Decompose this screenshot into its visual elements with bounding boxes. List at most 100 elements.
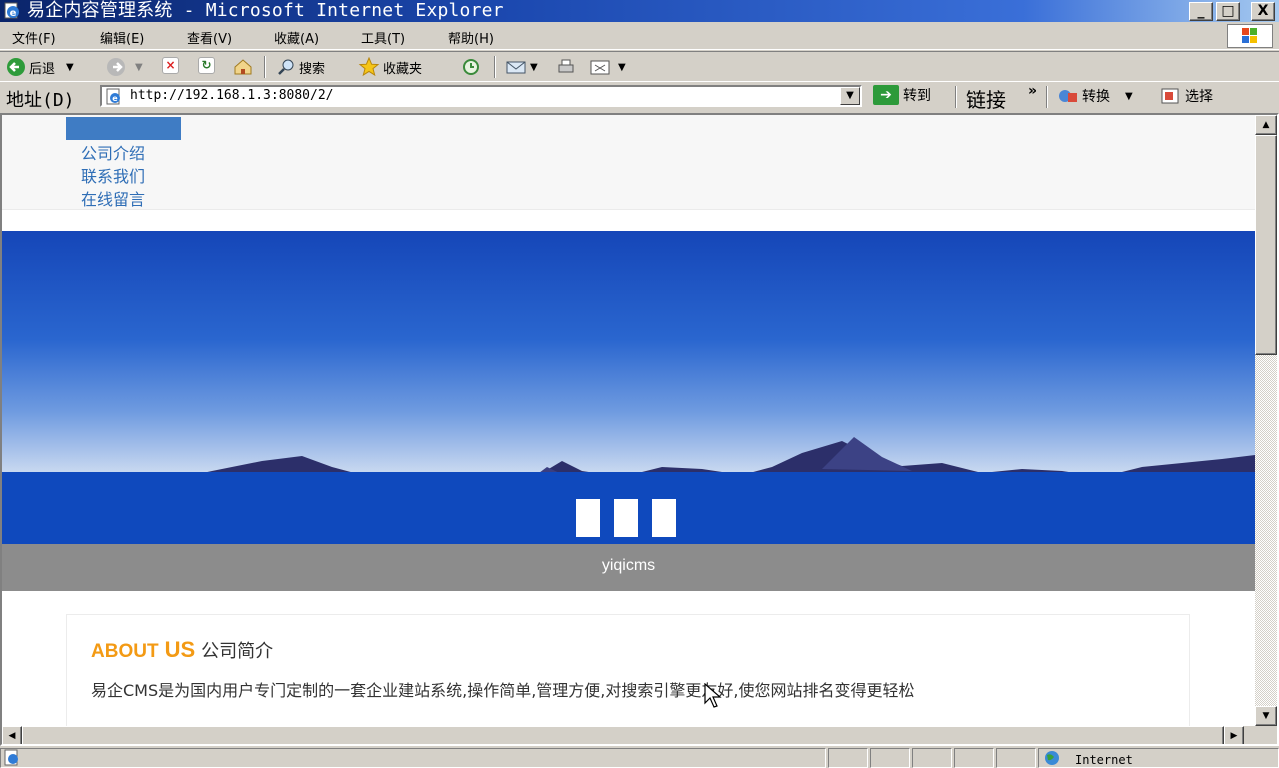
refresh-button[interactable]: ↻ [198,57,215,74]
print-button[interactable] [555,57,577,77]
go-button[interactable]: ➔ 转到 [873,85,931,105]
home-button[interactable] [233,57,253,77]
address-label: 地址(D) [6,90,75,111]
stop-button[interactable]: × [162,57,179,74]
back-button[interactable]: 后退 ▼ [6,57,74,77]
stop-icon: × [162,57,179,74]
search-icon [278,59,294,75]
status-pane [954,748,994,768]
go-label: 转到 [903,88,931,104]
about-text: 易企CMS是为国内用户专门定制的一套企业建站系统,操作简单,管理方便,对搜索引擎… [91,681,915,700]
favorites-label: 收藏夹 [383,61,423,77]
banner-caption: yiqicms [601,557,656,574]
standard-toolbar: 后退 ▼ ▼ × ↻ 搜索 收藏夹 ▼ ▼ [0,51,1279,81]
history-icon [463,59,479,75]
nav-link-company[interactable]: 公司介绍 [81,140,145,164]
about-title-cn: 公司简介 [201,641,274,662]
menu-edit[interactable]: 编辑(E) [100,28,144,47]
toolbar-separator [494,56,496,78]
toolbar-separator [1046,86,1048,108]
nav-link-message[interactable]: 在线留言 [81,186,145,210]
search-button[interactable]: 搜索 [276,57,325,77]
search-label: 搜索 [299,61,326,77]
forward-arrow-icon [107,58,125,76]
status-bar: Internet [0,746,1279,768]
globe-icon [1045,751,1059,765]
convert-icon [1059,90,1077,102]
close-button[interactable]: X [1251,2,1275,21]
ie-window: e 易企内容管理系统 - Microsoft Internet Explorer… [0,0,1279,768]
slideshow-indicators [576,499,676,537]
scroll-right-icon[interactable]: ▶ [1224,726,1244,744]
security-zone-label: Internet [1075,753,1133,767]
select-label: 选择 [1185,89,1213,105]
nav-link-contact[interactable]: 联系我们 [81,163,145,187]
ie-page-icon: e [4,2,19,19]
menu-help[interactable]: 帮助(H) [448,28,494,47]
menu-file[interactable]: 文件(F) [12,28,56,47]
menu-view[interactable]: 查看(V) [187,28,232,47]
status-pane [828,748,868,768]
window-title: 易企内容管理系统 - Microsoft Internet Explorer [27,0,504,21]
vertical-scrollbar[interactable]: ▲ ▼ [1255,115,1277,726]
favorites-button[interactable]: 收藏夹 [358,57,422,77]
status-pane [912,748,952,768]
back-arrow-icon [7,58,25,76]
refresh-icon: ↻ [198,57,215,74]
favorites-star-icon [358,57,380,77]
banner-image [2,231,1255,544]
scroll-left-icon[interactable]: ◀ [2,726,22,744]
web-page: 公司介绍 联系我们 在线留言 yiqicms ABOUT US 公司简介 易企C… [2,115,1255,726]
site-nav: 公司介绍 联系我们 在线留言 [2,115,1255,210]
scrollbar-corner [1255,726,1277,744]
page-icon: e [106,88,120,105]
convert-label: 转换 [1082,89,1110,105]
edit-dropdown-icon[interactable]: ▼ [618,62,626,73]
toolbar-separator [264,56,266,78]
mail-dropdown-icon[interactable]: ▼ [530,62,538,73]
back-dropdown-icon[interactable]: ▼ [66,62,74,73]
slide-indicator[interactable] [576,499,600,537]
menu-favorites[interactable]: 收藏(A) [274,28,319,47]
mouse-cursor-icon [704,683,722,708]
slide-indicator[interactable] [614,499,638,537]
status-pane [996,748,1036,768]
minimize-button[interactable]: _ [1189,2,1213,21]
horizontal-scrollbar[interactable]: ◀ ▶ [2,726,1255,744]
nav-highlight-block[interactable] [66,117,181,140]
svg-text:e: e [10,8,17,19]
scroll-down-icon[interactable]: ▼ [1255,706,1277,726]
about-section: ABOUT US 公司简介 易企CMS是为国内用户专门定制的一套企业建站系统,操… [66,614,1190,726]
address-bar: 地址(D) e http://192.168.1.3:8080/2/ ▼ ➔ 转… [0,81,1279,113]
maximize-button[interactable]: □ [1216,2,1240,21]
toolbar-separator [955,86,957,108]
address-dropdown-icon[interactable]: ▼ [840,87,860,105]
about-title-en-1: ABOUT [91,641,159,662]
address-url[interactable]: http://192.168.1.3:8080/2/ [130,88,334,103]
convert-button[interactable]: 转换 ▼ [1057,86,1133,106]
about-title-en-2: US [164,637,196,662]
title-bar[interactable]: e 易企内容管理系统 - Microsoft Internet Explorer… [0,0,1279,22]
links-more-icon[interactable]: » [1028,83,1037,99]
convert-dropdown-icon[interactable]: ▼ [1125,91,1133,102]
address-input[interactable]: e http://192.168.1.3:8080/2/ ▼ [100,85,862,107]
menu-tools[interactable]: 工具(T) [361,28,405,47]
slide-indicator[interactable] [652,499,676,537]
edit-button[interactable]: ▼ [589,57,626,77]
about-title: ABOUT US 公司简介 [91,637,273,663]
forward-button[interactable]: ▼ [106,57,143,77]
mail-icon [506,61,526,74]
home-icon [234,59,252,75]
mail-button[interactable]: ▼ [505,57,538,77]
vertical-scroll-thumb[interactable] [1255,135,1277,355]
links-button[interactable]: 链接 [966,84,1006,113]
horizontal-scroll-thumb[interactable] [22,726,1224,744]
forward-dropdown-icon[interactable]: ▼ [135,62,143,73]
history-button[interactable] [460,57,482,77]
select-button[interactable]: 选择 [1160,86,1213,106]
scroll-up-icon[interactable]: ▲ [1255,115,1277,135]
status-text-pane [0,748,826,768]
select-icon [1161,88,1179,104]
banner-caption-bar: yiqicms [2,544,1255,591]
edit-icon [590,60,610,75]
